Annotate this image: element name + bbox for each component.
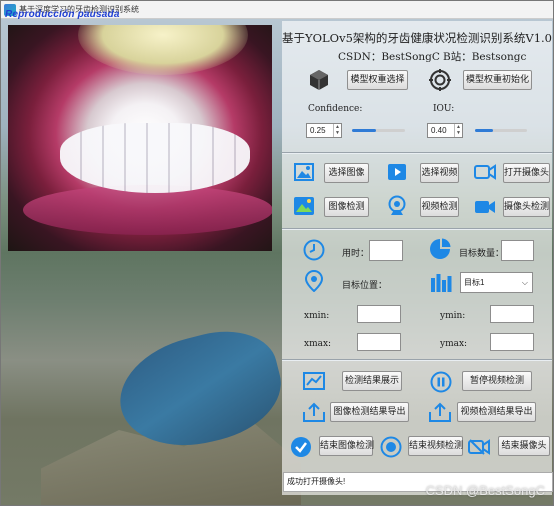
camera-view (8, 25, 272, 251)
camera-detect-button[interactable]: 摄像头检测 (503, 197, 550, 217)
iou-slider[interactable] (475, 129, 527, 132)
confidence-spinbox[interactable]: 0.25 ▲ ▼ (306, 123, 342, 138)
select-image-button[interactable]: 选择图像 (324, 163, 369, 183)
target-select-dropdown[interactable]: 目标1 ⌵ (460, 272, 533, 293)
target-select-value: 目标1 (464, 278, 485, 287)
time-field (369, 240, 403, 261)
show-results-button[interactable]: 检测结果展示 (342, 371, 402, 391)
landscape-image-icon (293, 196, 315, 218)
pie-chart-icon (429, 238, 451, 262)
stop-circle-icon (380, 436, 402, 460)
target-count-label: 目标数量： (459, 249, 505, 259)
bilibili-credit: B站：Bestsongc (443, 51, 527, 63)
xmax-field (357, 333, 401, 351)
confidence-slider-fill (352, 129, 376, 132)
section-divider (282, 152, 552, 154)
playback-overlay-text: Reproducción pausada (5, 9, 120, 20)
clock-icon (303, 239, 325, 263)
xmax-label: xmax: (304, 339, 332, 349)
settings-target-icon (429, 69, 451, 93)
bar-chart-icon (430, 273, 452, 295)
ymax-field (490, 333, 534, 351)
time-label: 用时： (342, 249, 370, 259)
select-video-button[interactable]: 选择视频 (420, 163, 459, 183)
upload-icon (429, 402, 451, 424)
line-chart-icon (303, 372, 325, 392)
pause-icon (430, 371, 452, 395)
camera-off-icon (468, 439, 490, 457)
location-pin-icon (304, 269, 324, 294)
target-count-field (501, 240, 534, 261)
app-window: 基于深度学习的牙齿检测识别系统 Reproducción pausada 基于Y… (0, 0, 554, 506)
webcam-icon (387, 195, 407, 219)
iou-slider-fill (475, 129, 494, 132)
image-detect-button[interactable]: 图像检测 (324, 197, 369, 217)
model-weight-init-button[interactable]: 模型权重初始化 (463, 70, 532, 90)
iou-spinbox[interactable]: 0.40 ▲ ▼ (427, 123, 463, 138)
open-camera-button[interactable]: 打开摄像头 (503, 163, 550, 183)
check-circle-icon (290, 436, 312, 460)
csdn-credit: CSDN：BestSongC (338, 51, 440, 63)
section-divider (282, 359, 552, 361)
app-header-title: 基于YOLOv5架构的牙齿健康状况检测识别系统V1.0 (282, 31, 552, 45)
video-detect-button[interactable]: 视频检测 (420, 197, 459, 217)
iou-label: IOU: (433, 104, 455, 114)
spin-arrows-icon[interactable]: ▲ ▼ (454, 124, 462, 137)
camera-filled-icon (474, 199, 496, 217)
export-image-results-button[interactable]: 图像检测结果导出 (330, 402, 409, 422)
cube-icon (307, 68, 331, 94)
ymax-label: ymax: (440, 339, 468, 349)
pause-video-detect-button[interactable]: 暂停视频检测 (462, 371, 532, 391)
image-icon (294, 163, 314, 183)
confidence-value: 0.25 (310, 126, 326, 135)
iou-value: 0.40 (431, 126, 447, 135)
confidence-slider[interactable] (352, 129, 405, 132)
end-camera-button[interactable]: 结束摄像头 (498, 436, 550, 456)
confidence-label: Confidence: (308, 104, 363, 114)
xmin-field (357, 305, 401, 323)
video-file-icon (387, 162, 407, 184)
model-weight-select-button[interactable]: 模型权重选择 (347, 70, 408, 90)
target-position-label: 目标位置： (342, 281, 388, 291)
watermark: CSDN @BestSongC (425, 483, 545, 498)
camera-glare (78, 25, 248, 75)
status-text: 成功打开摄像头! (287, 477, 346, 486)
control-panel: 基于YOLOv5架构的牙齿健康状况检测识别系统V1.0 CSDN：BestSon… (282, 21, 552, 495)
section-divider (282, 228, 552, 230)
ymin-label: ymin: (440, 311, 466, 321)
xmin-label: xmin: (304, 311, 330, 321)
spin-arrows-icon[interactable]: ▲ ▼ (333, 124, 341, 137)
ymin-field (490, 305, 534, 323)
end-video-detect-button[interactable]: 结束视频检测 (408, 436, 463, 456)
teeth-shape (60, 123, 250, 193)
export-video-results-button[interactable]: 视频检测结果导出 (457, 402, 536, 422)
end-image-detect-button[interactable]: 结束图像检测 (319, 436, 374, 456)
upload-icon (303, 402, 325, 424)
camera-outline-icon (474, 164, 496, 182)
chevron-down-icon: ⌵ (521, 278, 528, 287)
